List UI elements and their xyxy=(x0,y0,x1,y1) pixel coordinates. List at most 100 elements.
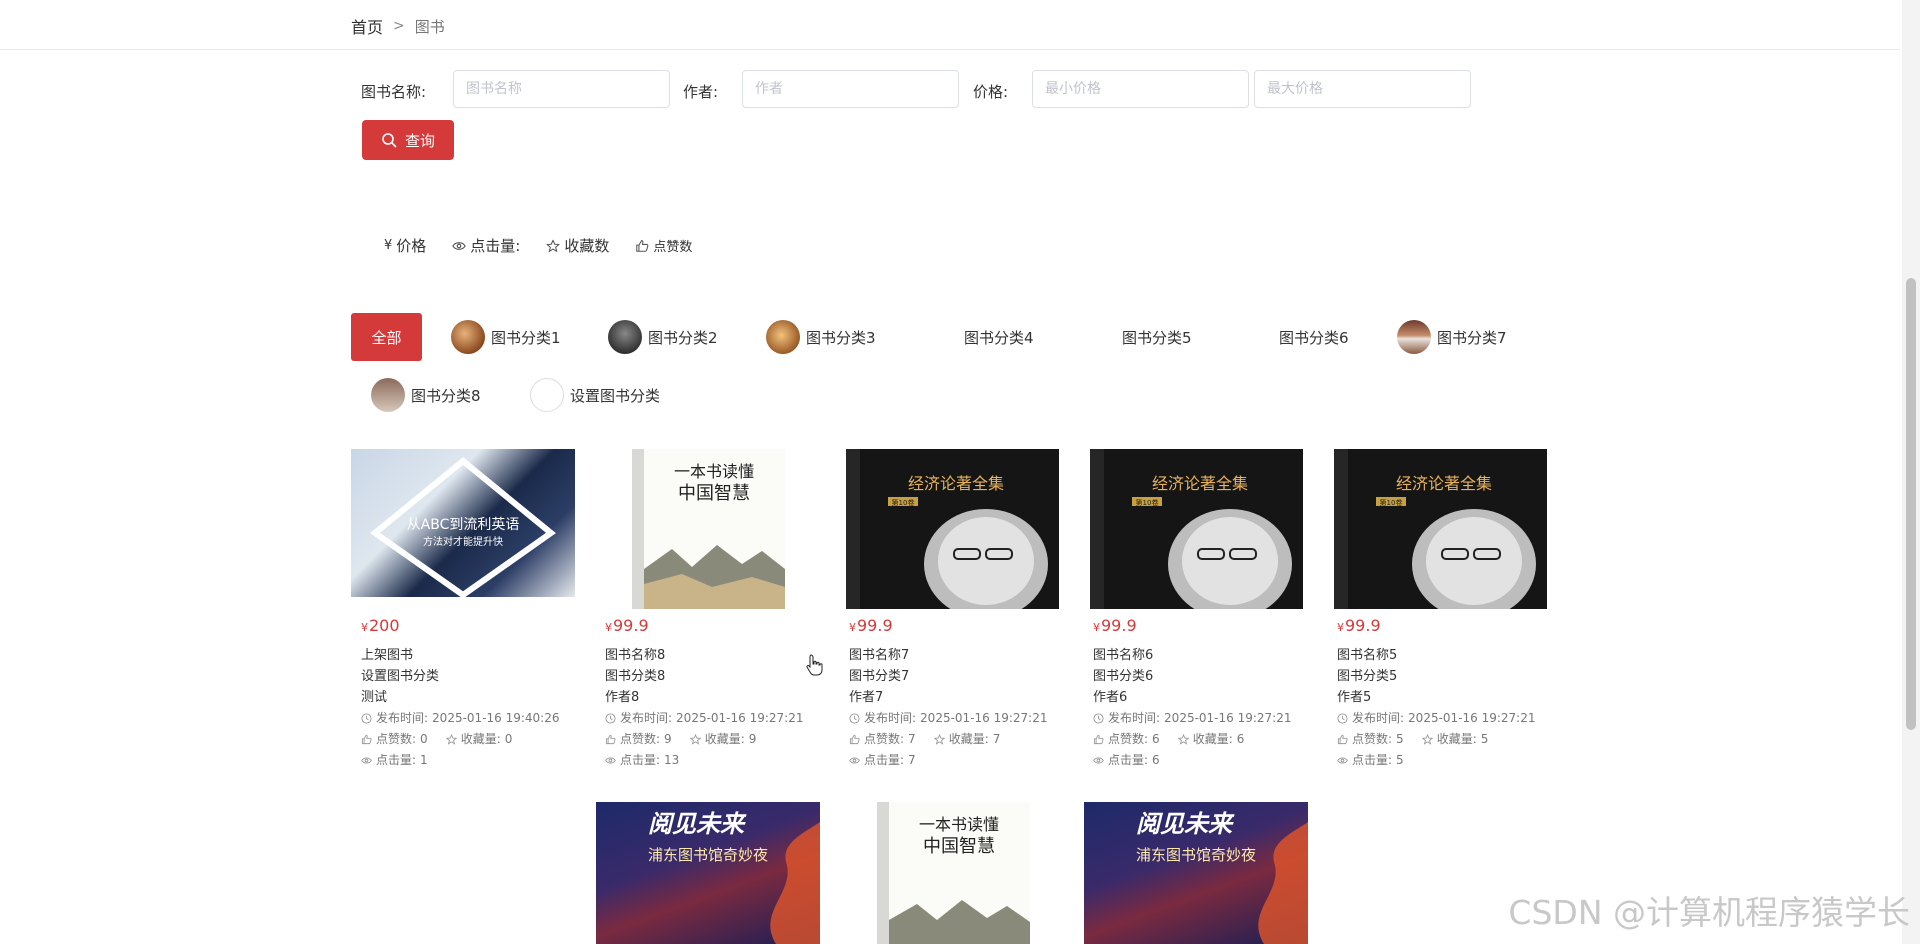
star-icon xyxy=(933,734,945,745)
cover-subtitle: 中国智慧 xyxy=(678,483,750,504)
scrollbar-track[interactable] xyxy=(1902,0,1920,944)
book-info: ¥99.9 图书名称6 图书分类6 作者6 发布时间: 2025-01-16 19… xyxy=(1093,616,1292,771)
cover-title: 经济论著全集 xyxy=(908,474,1004,493)
cover-subtitle: 方法对才能提升快 xyxy=(423,535,503,548)
book-info: ¥99.9 图书名称7 图书分类7 作者7 发布时间: 2025-01-16 19… xyxy=(849,616,1048,771)
cover-title: 经济论著全集 xyxy=(1396,474,1492,493)
favorites-value: 6 xyxy=(1236,732,1245,746)
category-item-2[interactable]: 图书分类2 xyxy=(608,319,718,355)
category-item-6[interactable]: 图书分类6 xyxy=(1239,319,1349,355)
cover-subtitle: 第10卷 xyxy=(892,498,915,507)
category-avatar xyxy=(1239,320,1273,354)
category-all-button[interactable]: 全部 xyxy=(351,313,422,361)
category-item-3[interactable]: 图书分类3 xyxy=(766,319,876,355)
yen-icon: ¥ xyxy=(1337,621,1344,634)
thumbs-up-icon xyxy=(361,734,372,745)
sort-likes[interactable]: 点赞数 xyxy=(635,236,692,255)
book-cover[interactable]: 经济论著全集 第10卷 xyxy=(1090,449,1303,609)
book-cover[interactable]: 阅见未来 浦东图书馆奇妙夜 xyxy=(1084,802,1308,944)
thumbs-up-icon xyxy=(636,239,649,252)
category-avatar xyxy=(766,320,800,354)
publish-time-value: 2025-01-16 19:40:26 xyxy=(432,711,560,725)
sort-price[interactable]: ¥ 价格 xyxy=(384,235,426,256)
category-label: 设置图书分类 xyxy=(570,386,661,405)
breadcrumb-home-link[interactable]: 首页 xyxy=(351,14,383,38)
book-stats: 点赞数: 9 收藏量: 9 xyxy=(605,729,804,750)
category-label: 图书分类8 xyxy=(411,386,481,405)
book-cover-art: 从ABC到流利英语 方法对才能提升快 xyxy=(370,457,556,597)
breadcrumb: 首页 > 图书 xyxy=(351,14,445,38)
book-cover[interactable]: 阅见未来 浦东图书馆奇妙夜 xyxy=(596,802,820,944)
likes-value: 6 xyxy=(1152,732,1160,746)
clicks-value: 13 xyxy=(664,753,680,767)
book-publish-time: 发布时间: 2025-01-16 19:40:26 xyxy=(361,708,560,729)
book-name-label: 图书名称: xyxy=(361,83,427,101)
price-value: 99.9 xyxy=(1101,616,1137,635)
scrollbar-thumb[interactable] xyxy=(1906,278,1916,730)
book-clicks: 点击量: 6 xyxy=(1093,750,1292,771)
book-title: 图书名称6 xyxy=(1093,648,1154,663)
publish-time-value: 2025-01-16 19:27:21 xyxy=(1408,711,1536,725)
book-name-input[interactable] xyxy=(453,70,670,108)
max-price-input[interactable] xyxy=(1254,70,1471,108)
category-avatar xyxy=(924,320,958,354)
publish-time-label: 发布时间: xyxy=(1108,711,1161,725)
book-stats: 点赞数: 0 收藏量: 0 xyxy=(361,729,560,750)
eye-icon xyxy=(849,757,860,764)
book-stats: 点赞数: 7 收藏量: 7 xyxy=(849,729,1048,750)
category-label: 图书分类4 xyxy=(964,328,1034,347)
category-item-5[interactable]: 图书分类5 xyxy=(1082,319,1192,355)
cover-title: 一本书读懂 xyxy=(674,462,754,481)
category-label: 图书分类7 xyxy=(1437,328,1507,347)
category-label: 图书分类5 xyxy=(1122,328,1192,347)
eye-icon xyxy=(452,241,467,250)
category-item-8[interactable]: 图书分类8 xyxy=(371,377,481,413)
book-cover[interactable]: 经济论著全集 第10卷 xyxy=(1334,449,1547,609)
clicks-value: 6 xyxy=(1152,753,1160,767)
search-button[interactable]: 查询 xyxy=(362,120,454,160)
thumbs-up-icon xyxy=(849,734,860,745)
sort-favorites[interactable]: 收藏数 xyxy=(546,235,609,256)
book-cover[interactable]: 从ABC到流利英语 方法对才能提升快 xyxy=(351,449,575,597)
category-item-7[interactable]: 图书分类7 xyxy=(1397,319,1507,355)
book-price: ¥99.9 xyxy=(1337,616,1536,635)
yen-icon: ¥ xyxy=(384,238,393,253)
book-cover[interactable]: 经济论著全集 第10卷 xyxy=(846,449,1059,609)
clicks-label: 点击量: xyxy=(376,753,417,767)
favorites-label: 收藏量: xyxy=(704,732,745,746)
min-price-input[interactable] xyxy=(1032,70,1249,108)
category-avatar xyxy=(530,378,564,412)
clicks-value: 1 xyxy=(420,753,428,767)
book-author: 作者7 xyxy=(849,690,884,705)
favorites-value: 7 xyxy=(992,732,1001,746)
book-cover[interactable]: 一本书读懂 中国智慧 xyxy=(877,802,1030,944)
author-label: 作者: xyxy=(683,83,719,101)
category-item-4[interactable]: 图书分类4 xyxy=(924,319,1034,355)
book-publish-time: 发布时间: 2025-01-16 19:27:21 xyxy=(1337,708,1536,729)
category-item-1[interactable]: 图书分类1 xyxy=(451,319,561,355)
cover-title: 从ABC到流利英语 xyxy=(407,516,520,533)
favorites-label: 收藏量: xyxy=(948,732,989,746)
price-label: 价格: xyxy=(973,83,1009,101)
star-icon xyxy=(445,734,457,745)
author-input[interactable] xyxy=(742,70,959,108)
price-value: 200 xyxy=(369,616,400,635)
thumbs-up-icon xyxy=(1337,734,1348,745)
publish-time-value: 2025-01-16 19:27:21 xyxy=(1164,711,1292,725)
clock-icon xyxy=(605,713,616,724)
star-icon xyxy=(1421,734,1433,745)
book-cover-art: 一本书读懂 中国智慧 xyxy=(877,802,1030,944)
publish-time-label: 发布时间: xyxy=(1352,711,1405,725)
likes-value: 9 xyxy=(664,732,672,746)
sort-clicks[interactable]: 点击量: xyxy=(452,235,520,256)
book-publish-time: 发布时间: 2025-01-16 19:27:21 xyxy=(605,708,804,729)
book-category: 图书分类6 xyxy=(1093,669,1154,684)
book-cover[interactable]: 一本书读懂 中国智慧 xyxy=(632,449,785,609)
category-item-settings[interactable]: 设置图书分类 xyxy=(530,377,660,413)
book-clicks: 点击量: 5 xyxy=(1337,750,1536,771)
eye-icon xyxy=(605,757,616,764)
cover-subtitle: 第10卷 xyxy=(1380,498,1403,507)
clock-icon xyxy=(1337,713,1348,724)
book-cover-art: 经济论著全集 第10卷 xyxy=(1090,449,1292,609)
eye-icon xyxy=(1093,757,1104,764)
